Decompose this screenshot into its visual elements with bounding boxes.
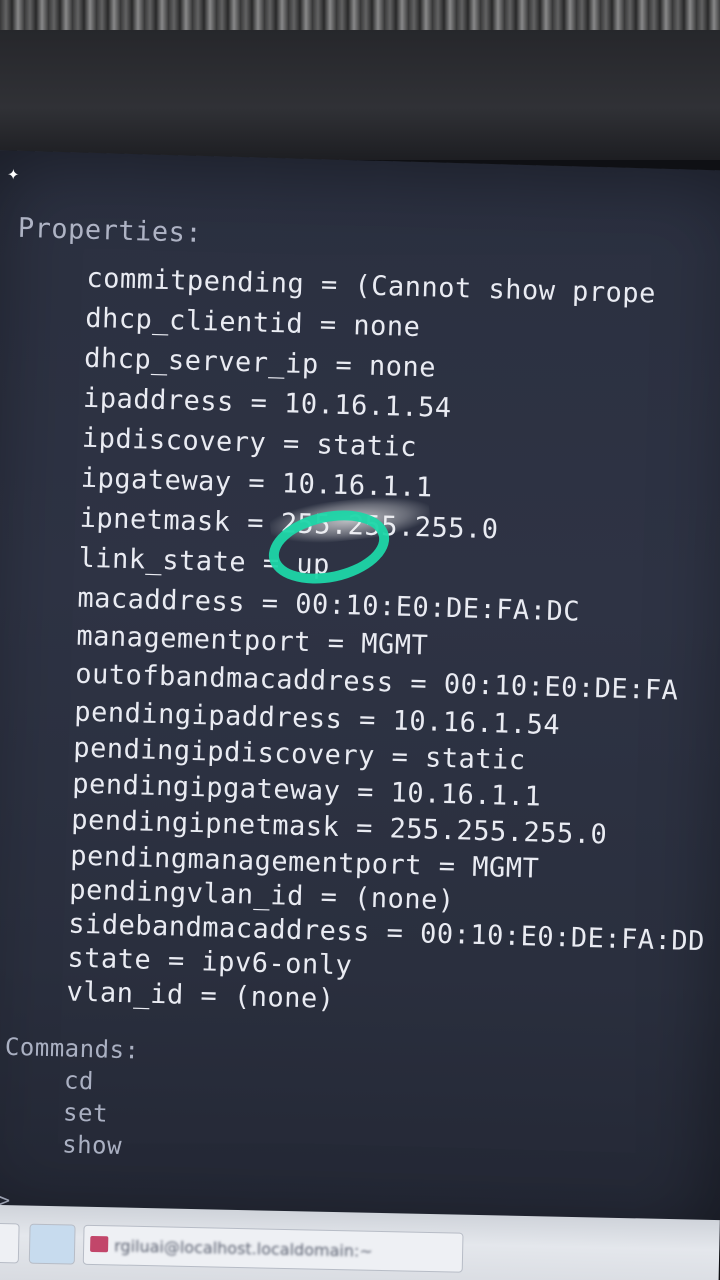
property-line: managementport = MGMT [76, 620, 429, 662]
commands-header: Commands: [4, 1032, 140, 1065]
start-button[interactable] [0, 1222, 20, 1264]
taskbar-terminal-button[interactable]: rgiluai@localhost.localdomain:~ [82, 1224, 464, 1273]
command-item: set [62, 1098, 109, 1128]
show-desktop-button[interactable] [28, 1223, 76, 1265]
desk-background [0, 0, 720, 30]
terminal-window[interactable]: ✦ Properties: commitpending = (Cannot sh… [0, 150, 720, 1251]
property-line: state = ipv6-only [67, 942, 353, 982]
command-item: cd [63, 1066, 95, 1096]
property-line: ipdiscovery = static [81, 422, 418, 464]
property-line: dhcp_server_ip = none [83, 342, 437, 384]
command-item: show [61, 1130, 123, 1161]
terminal-app-icon [90, 1235, 109, 1253]
taskbar-app-label: rgiluai@localhost.localdomain:~ [113, 1236, 373, 1261]
property-line: dhcp_clientid = none [84, 302, 421, 344]
pin-icon: ✦ [7, 160, 20, 185]
properties-header: Properties: [17, 212, 203, 249]
property-line: ipaddress = 10.16.1.54 [82, 382, 453, 424]
photo-frame: ✦ Properties: commitpending = (Cannot sh… [0, 0, 720, 1280]
property-line: commitpending = (Cannot show prope [86, 262, 657, 310]
monitor-bezel [0, 30, 720, 160]
property-line: vlan_id = (none) [66, 976, 335, 1015]
